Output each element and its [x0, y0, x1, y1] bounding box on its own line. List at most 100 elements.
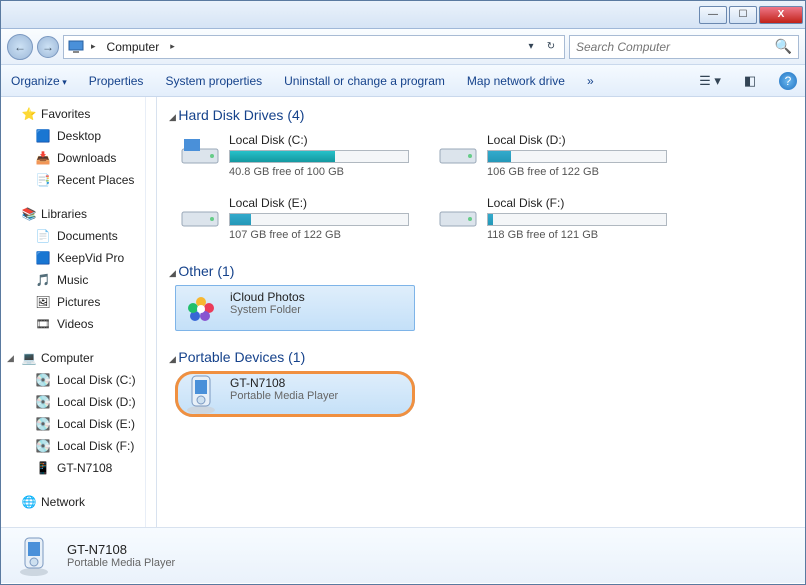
details-title: GT-N7108 — [67, 542, 175, 557]
section-portable-devices[interactable]: Portable Devices (1) — [169, 343, 793, 369]
address-dropdown[interactable]: ▾ — [522, 38, 540, 56]
drive-item-f[interactable]: Local Disk (F:) 118 GB free of 121 GB — [433, 192, 673, 245]
sidebar-item-desktop[interactable]: 🟦Desktop — [1, 125, 156, 147]
expand-icon[interactable]: ◢ — [7, 353, 14, 364]
videos-icon: 🎞 — [35, 316, 51, 332]
item-title: GT-N7108 — [230, 376, 410, 390]
drive-title: Local Disk (E:) — [229, 196, 411, 210]
navigation-bar: ← → ▸ Computer ▸ ▾ ↻ 🔍 — [1, 29, 805, 65]
sidebar-item-recent-places[interactable]: 📑Recent Places — [1, 169, 156, 191]
search-icon[interactable]: 🔍 — [775, 38, 792, 55]
capacity-bar — [487, 150, 667, 163]
network-label: Network — [41, 495, 85, 509]
downloads-icon: 📥 — [35, 150, 51, 166]
window-titlebar: — ☐ X — [1, 1, 805, 29]
drive-icon — [437, 133, 479, 169]
libraries-label: Libraries — [41, 207, 87, 221]
drive-free-text: 107 GB free of 122 GB — [229, 229, 411, 241]
address-bar[interactable]: ▸ Computer ▸ ▾ ↻ — [63, 35, 565, 59]
chevron-right-icon[interactable]: ▸ — [167, 41, 178, 52]
favorites-header[interactable]: ⭐Favorites — [1, 103, 156, 125]
details-device-icon — [13, 535, 55, 577]
item-icloud-photos[interactable]: iCloud Photos System Folder — [175, 285, 415, 331]
network-header[interactable]: 🌐 Network — [1, 491, 156, 513]
computer-icon — [68, 40, 84, 54]
uninstall-program-button[interactable]: Uninstall or change a program — [282, 71, 447, 91]
back-button[interactable]: ← — [7, 34, 33, 60]
computer-header[interactable]: ◢💻Computer — [1, 347, 156, 369]
sidebar-item-disk-c[interactable]: 💽 Local Disk (C:) — [1, 369, 156, 391]
drive-icon — [437, 196, 479, 232]
forward-button[interactable]: → — [37, 36, 59, 58]
icloud-photos-icon — [180, 290, 222, 326]
chevron-right-icon[interactable]: ▸ — [88, 41, 99, 52]
favorites-label: Favorites — [41, 107, 90, 121]
section-other[interactable]: Other (1) — [169, 257, 793, 283]
sidebar-item-label: Desktop — [57, 129, 101, 143]
help-button[interactable]: ? — [779, 72, 797, 90]
libraries-header[interactable]: 📚 Libraries — [1, 203, 156, 225]
drive-title: Local Disk (D:) — [487, 133, 669, 147]
section-hard-disk-drives[interactable]: Hard Disk Drives (4) — [169, 101, 793, 127]
sidebar-item-downloads[interactable]: 📥 Downloads — [1, 147, 156, 169]
map-network-drive-button[interactable]: Map network drive — [465, 71, 567, 91]
network-group: 🌐 Network — [1, 491, 156, 513]
sidebar-item-label: Videos — [57, 317, 93, 331]
search-input[interactable] — [576, 40, 771, 54]
libraries-icon: 📚 — [21, 206, 37, 222]
preview-pane-button[interactable]: ◧ — [739, 70, 761, 92]
device-icon: 📱 — [35, 460, 51, 476]
sidebar-item-label: Documents — [57, 229, 118, 243]
more-commands-button[interactable]: » — [585, 71, 596, 91]
navigation-pane: ⭐Favorites 🟦Desktop 📥 Downloads 📑Recent P… — [1, 97, 157, 527]
portable-device-icon — [180, 376, 222, 412]
sidebar-item-label: Local Disk (C:) — [57, 373, 136, 387]
sidebar-item-disk-f[interactable]: 💽Local Disk (F:) — [1, 435, 156, 457]
system-properties-button[interactable]: System properties — [163, 71, 264, 91]
drive-free-text: 40.8 GB free of 100 GB — [229, 166, 411, 178]
capacity-bar — [229, 150, 409, 163]
item-subtitle: Portable Media Player — [230, 390, 410, 402]
sidebar-item-disk-e[interactable]: 💽Local Disk (E:) — [1, 413, 156, 435]
sidebar-item-pictures[interactable]: 🖼Pictures — [1, 291, 156, 313]
minimize-button[interactable]: — — [699, 6, 727, 24]
item-gt-n7108[interactable]: GT-N7108 Portable Media Player — [175, 371, 415, 417]
computer-icon: 💻 — [21, 350, 37, 366]
drives-list: Local Disk (C:) 40.8 GB free of 100 GB L… — [169, 127, 793, 257]
drive-item-e[interactable]: Local Disk (E:) 107 GB free of 122 GB — [175, 192, 415, 245]
recent-icon: 📑 — [35, 172, 51, 188]
sidebar-item-videos[interactable]: 🎞 Videos — [1, 313, 156, 335]
sidebar-item-gt-n7108[interactable]: 📱GT-N7108 — [1, 457, 156, 479]
close-button[interactable]: X — [759, 6, 803, 24]
capacity-bar — [487, 213, 667, 226]
item-subtitle: System Folder — [230, 304, 410, 316]
maximize-button[interactable]: ☐ — [729, 6, 757, 24]
items-view: Hard Disk Drives (4) Local Disk (C:) 40.… — [157, 97, 805, 527]
drive-icon: 💽 — [35, 372, 51, 388]
libraries-group: 📚 Libraries 📄 Documents 🟦KeepVid Pro 🎵Musi… — [1, 203, 156, 335]
breadcrumb-computer[interactable]: Computer — [103, 40, 164, 54]
refresh-button[interactable]: ↻ — [542, 38, 560, 56]
organize-button[interactable]: Organize — [9, 71, 69, 91]
favorites-group: ⭐Favorites 🟦Desktop 📥 Downloads 📑Recent P… — [1, 103, 156, 191]
properties-button[interactable]: Properties — [87, 71, 146, 91]
drive-icon: 💽 — [35, 394, 51, 410]
drive-title: Local Disk (C:) — [229, 133, 411, 147]
sidebar-item-label: Downloads — [57, 151, 116, 165]
search-box[interactable]: 🔍 — [569, 35, 799, 59]
view-options-button[interactable]: ☰ ▾ — [699, 70, 721, 92]
drive-free-text: 118 GB free of 121 GB — [487, 229, 669, 241]
sidebar-item-documents[interactable]: 📄 Documents — [1, 225, 156, 247]
capacity-bar — [229, 213, 409, 226]
sidebar-item-music[interactable]: 🎵Music — [1, 269, 156, 291]
documents-icon: 📄 — [35, 228, 51, 244]
details-subtitle: Portable Media Player — [67, 557, 175, 569]
sidebar-item-disk-d[interactable]: 💽Local Disk (D:) — [1, 391, 156, 413]
drive-title: Local Disk (F:) — [487, 196, 669, 210]
drive-item-c[interactable]: Local Disk (C:) 40.8 GB free of 100 GB — [175, 129, 415, 182]
network-icon: 🌐 — [21, 494, 37, 510]
sidebar-item-label: Local Disk (F:) — [57, 439, 134, 453]
drive-item-d[interactable]: Local Disk (D:) 106 GB free of 122 GB — [433, 129, 673, 182]
item-title: iCloud Photos — [230, 290, 410, 304]
sidebar-item-keepvid[interactable]: 🟦KeepVid Pro — [1, 247, 156, 269]
